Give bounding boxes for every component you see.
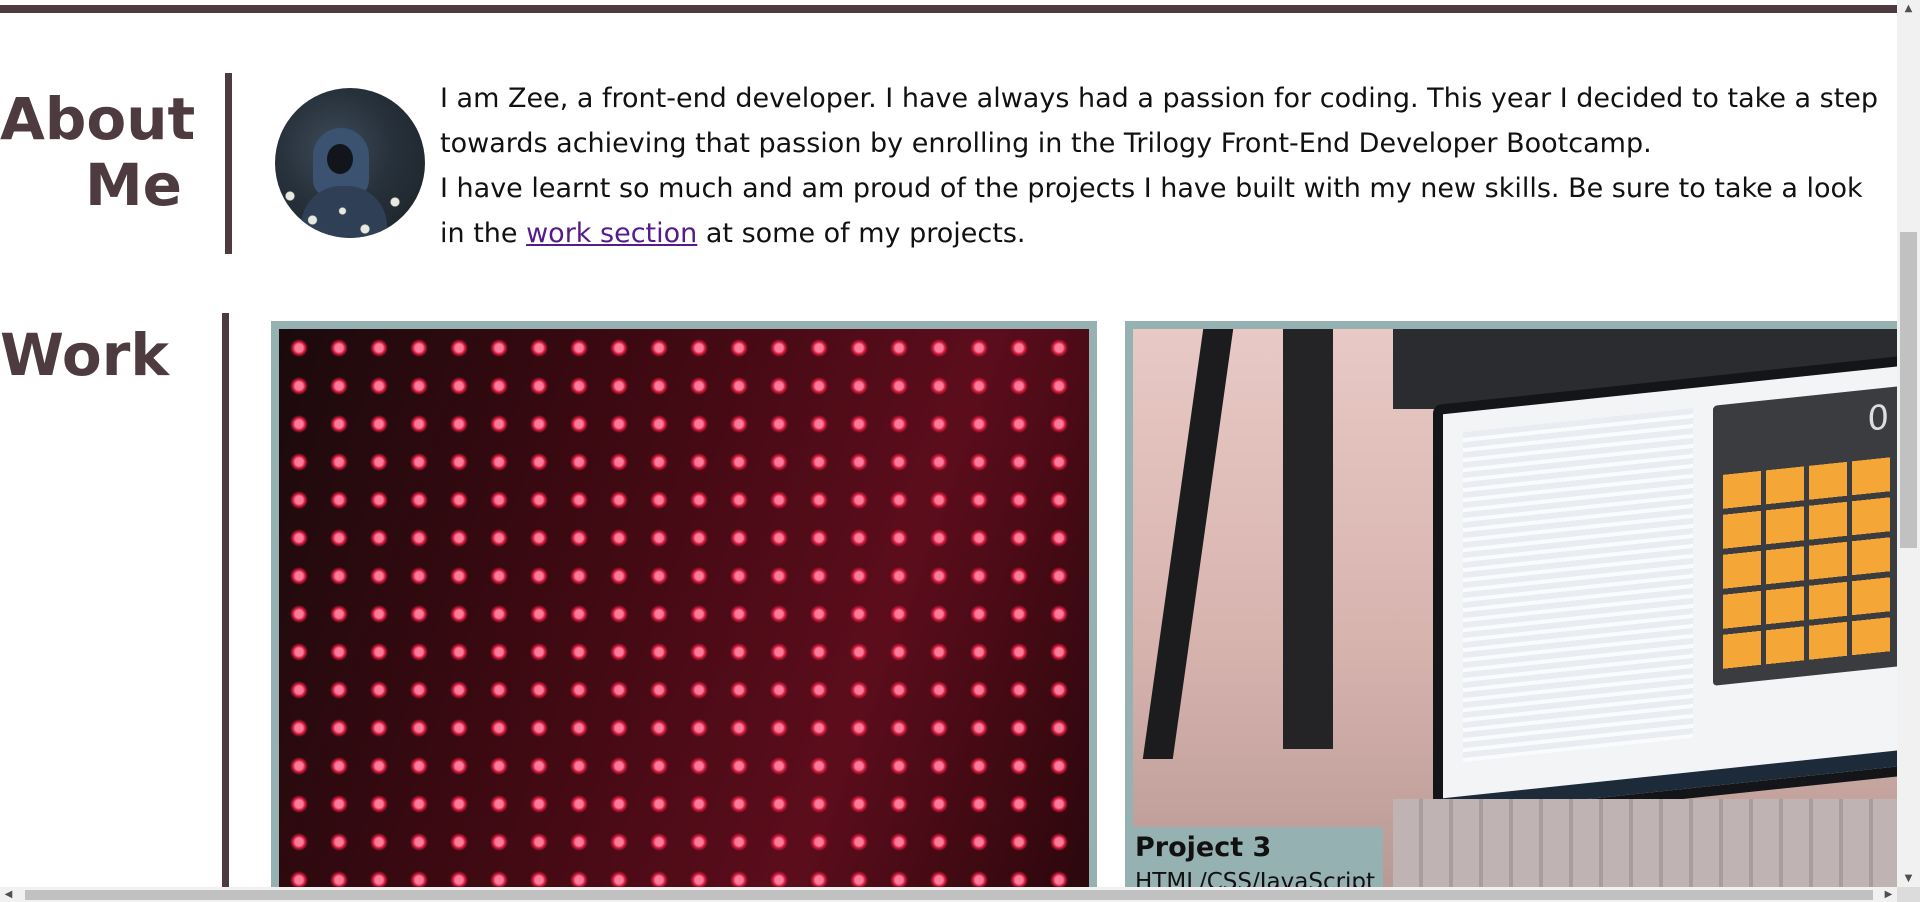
horizontal-scroll-thumb[interactable] [25,890,1873,900]
work-section-link[interactable]: work section [526,218,697,249]
about-intro: I am Zee, a front-end developer. I have … [440,83,1879,159]
scroll-up-icon[interactable]: ▲ [1897,0,1920,17]
work-divider [222,313,229,902]
about-text: I am Zee, a front-end developer. I have … [440,76,1880,256]
about-paragraph-2: I have learnt so much and am proud of th… [440,166,1880,256]
scroll-right-icon[interactable]: ▶ [1880,887,1897,902]
scroll-down-icon[interactable]: ▼ [1897,870,1920,887]
work-heading: Work [0,321,169,389]
project-image-led-wall[interactable] [279,329,1089,902]
vertical-scroll-thumb[interactable] [1900,232,1917,548]
about-divider [225,73,232,254]
vertical-scrollbar[interactable]: ▲ ▼ [1897,0,1920,887]
scroll-left-icon[interactable]: ◀ [0,887,17,902]
horizontal-scrollbar[interactable]: ◀ ▶ [0,887,1897,902]
about-heading: About Me [0,85,196,219]
scrollbar-corner [1897,887,1920,902]
project-image-laptop[interactable]: 0 [1133,329,1897,902]
calculator-display: 0 [1867,397,1889,440]
about-text-after-link: at some of my projects. [697,218,1026,249]
avatar [275,88,425,238]
project-title: Project 3 [1135,832,1272,863]
project-card-1[interactable] [271,321,1097,902]
top-border [0,5,1897,13]
project-card-2[interactable]: 0 Project 3 HTML/CSS/JavaScript [1125,321,1897,902]
